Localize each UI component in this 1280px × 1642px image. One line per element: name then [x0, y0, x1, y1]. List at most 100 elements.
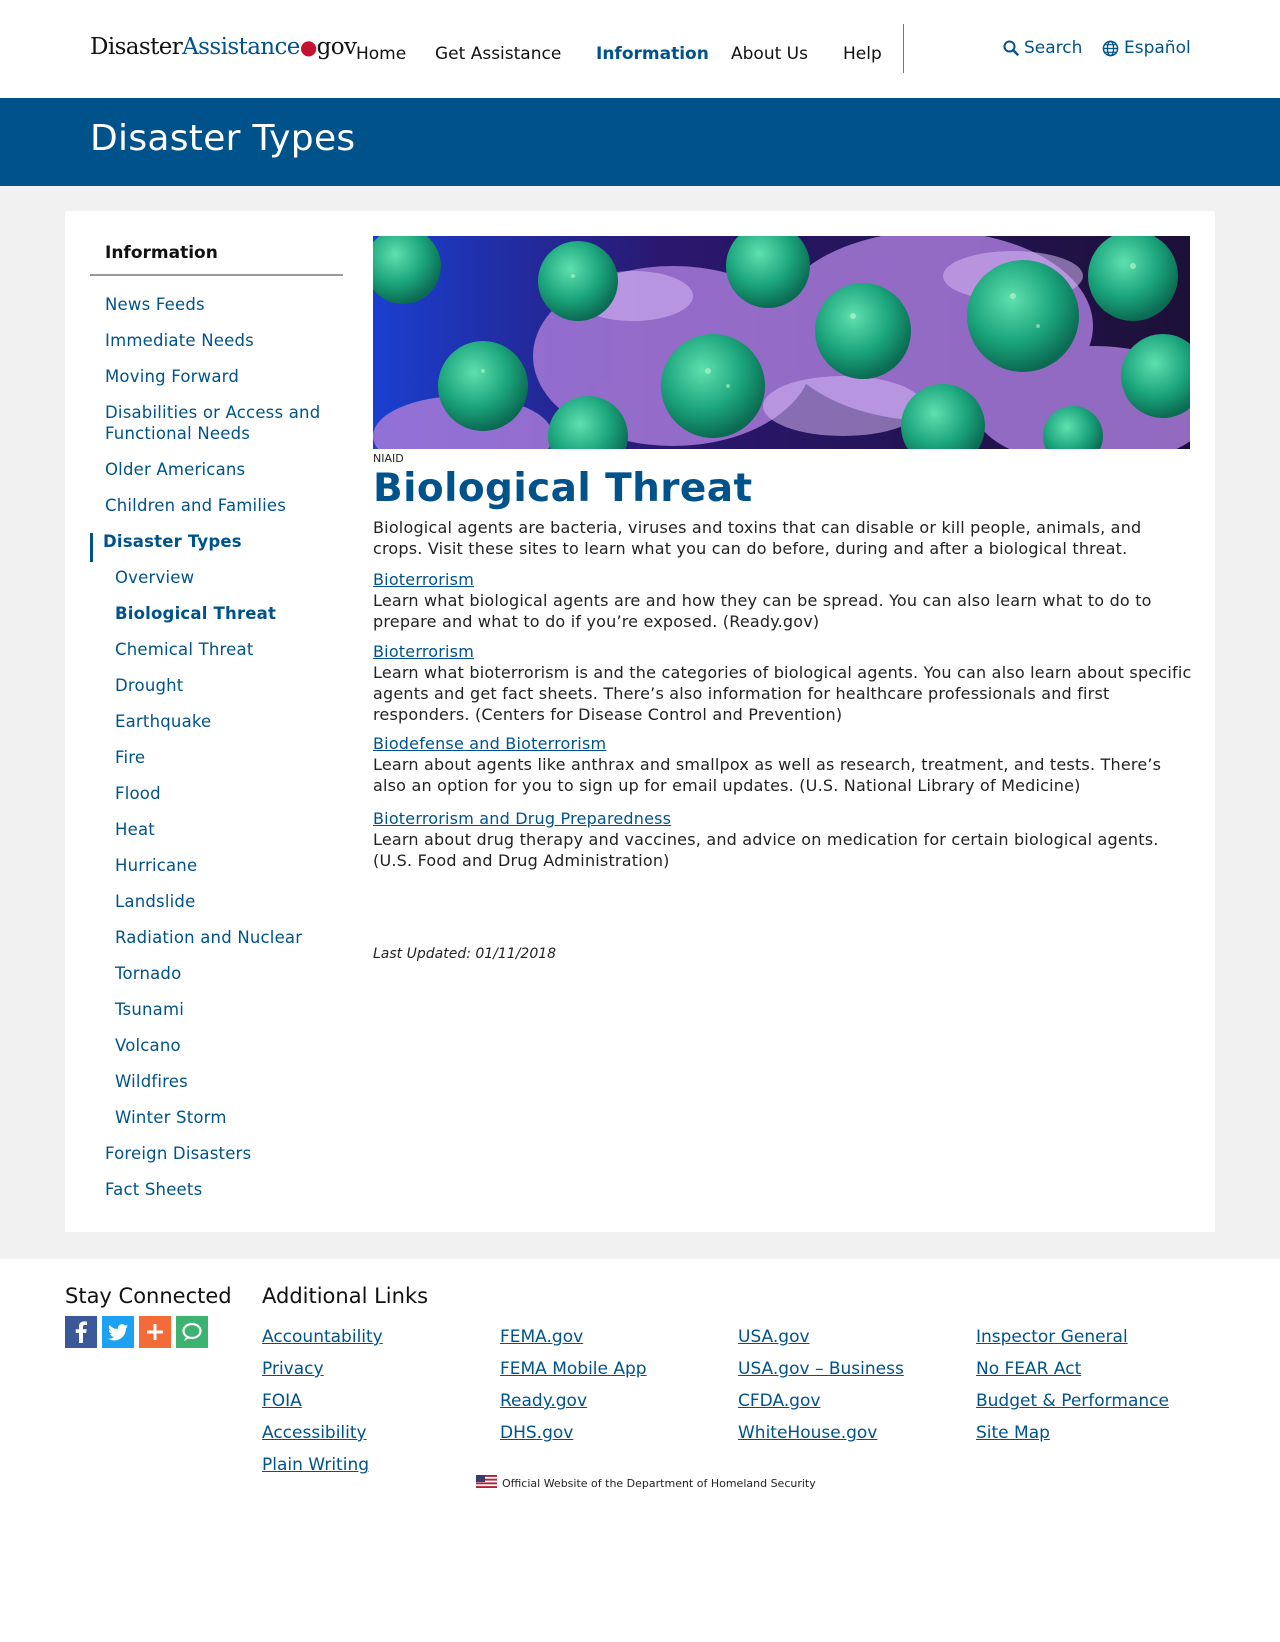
sidebar-item-heat[interactable]: Heat — [115, 819, 345, 840]
main-area: Information News Feeds Immediate Needs M… — [0, 186, 1280, 1259]
footer-links-col-4: Inspector General No FEAR Act Budget & P… — [976, 1321, 1169, 1449]
sidebar-item-fact-sheets[interactable]: Fact Sheets — [105, 1179, 345, 1200]
footer-link-whitehouse[interactable]: WhiteHouse.gov — [738, 1417, 904, 1449]
logo-text-assistance: Assistance — [182, 34, 300, 60]
resource-item: Bioterrorism Learn what biological agent… — [373, 569, 1193, 632]
hero-image — [373, 236, 1190, 449]
nav-about-us[interactable]: About Us — [731, 44, 843, 64]
stay-connected-heading: Stay Connected — [65, 1284, 232, 1308]
share-plus-icon[interactable] — [139, 1316, 171, 1348]
sidebar-item-news-feeds[interactable]: News Feeds — [105, 294, 345, 315]
nav-help[interactable]: Help — [843, 44, 882, 64]
facebook-icon[interactable] — [65, 1316, 97, 1348]
social-links — [65, 1316, 208, 1348]
footer-link-inspector-general[interactable]: Inspector General — [976, 1321, 1169, 1353]
search-link[interactable]: Search — [1003, 38, 1082, 58]
footer-link-no-fear-act[interactable]: No FEAR Act — [976, 1353, 1169, 1385]
resource-desc: Learn about agents like anthrax and smal… — [373, 755, 1162, 795]
language-link[interactable]: Español — [1102, 38, 1191, 58]
sidebar-item-disaster-types[interactable]: Disaster Types — [103, 531, 242, 552]
main-nav: Home Get Assistance Information About Us… — [356, 44, 882, 64]
resource-item: Biodefense and Bioterrorism Learn about … — [373, 733, 1193, 796]
resource-link-biodefense[interactable]: Biodefense and Bioterrorism — [373, 733, 1193, 754]
resource-item: Bioterrorism and Drug Preparedness Learn… — [373, 808, 1193, 871]
site-header: DisasterAssistance●gov Home Get Assistan… — [0, 0, 1280, 98]
sidebar-item-earthquake[interactable]: Earthquake — [115, 711, 345, 732]
logo-text-disaster: Disaster — [90, 34, 183, 60]
site-footer: Stay Connected Additional Links Accounta… — [0, 1259, 1280, 1642]
sidebar-item-tsunami[interactable]: Tsunami — [115, 999, 345, 1020]
sidebar-item-tornado[interactable]: Tornado — [115, 963, 345, 984]
resource-desc: Learn what bioterrorism is and the categ… — [373, 663, 1192, 724]
us-flag-icon — [476, 1475, 497, 1491]
sidebar-item-radiation-nuclear[interactable]: Radiation and Nuclear — [115, 927, 345, 948]
banner-title: Disaster Types — [90, 118, 356, 159]
footer-link-dhs[interactable]: DHS.gov — [500, 1417, 647, 1449]
footer-link-accessibility[interactable]: Accessibility — [262, 1417, 383, 1449]
sidebar-item-wildfires[interactable]: Wildfires — [115, 1071, 345, 1092]
content-card: Information News Feeds Immediate Needs M… — [65, 211, 1215, 1232]
footer-link-usa-gov-business[interactable]: USA.gov – Business — [738, 1353, 904, 1385]
sidebar-item-flood[interactable]: Flood — [115, 783, 345, 804]
globe-icon — [1102, 40, 1119, 57]
sidebar-item-older-americans[interactable]: Older Americans — [105, 459, 345, 480]
footer-link-privacy[interactable]: Privacy — [262, 1353, 383, 1385]
sidebar-item-drought[interactable]: Drought — [115, 675, 345, 696]
logo-text-gov: gov — [316, 34, 357, 60]
resource-link-bioterrorism-ready[interactable]: Bioterrorism — [373, 569, 1193, 590]
search-label: Search — [1024, 38, 1083, 58]
resource-link-drug-preparedness[interactable]: Bioterrorism and Drug Preparedness — [373, 808, 1193, 829]
official-website-notice: Official Website of the Department of Ho… — [476, 1475, 816, 1491]
nav-home[interactable]: Home — [356, 44, 435, 64]
footer-links-col-2: FEMA.gov FEMA Mobile App Ready.gov DHS.g… — [500, 1321, 647, 1449]
footer-links-col-1: Accountability Privacy FOIA Accessibilit… — [262, 1321, 383, 1481]
sidebar-item-fire[interactable]: Fire — [115, 747, 345, 768]
sidebar-item-children-families[interactable]: Children and Families — [105, 495, 345, 516]
sidebar-item-winter-storm[interactable]: Winter Storm — [115, 1107, 345, 1128]
sidebar-item-disabilities[interactable]: Disabilities or Access and Functional Ne… — [105, 402, 345, 444]
footer-link-plain-writing[interactable]: Plain Writing — [262, 1449, 383, 1481]
resource-link-bioterrorism-cdc[interactable]: Bioterrorism — [373, 641, 1193, 662]
site-logo[interactable]: DisasterAssistance●gov — [90, 34, 357, 60]
resource-item: Bioterrorism Learn what bioterrorism is … — [373, 641, 1193, 725]
sidebar-item-hurricane[interactable]: Hurricane — [115, 855, 345, 876]
twitter-icon[interactable] — [102, 1316, 134, 1348]
footer-link-fema[interactable]: FEMA.gov — [500, 1321, 647, 1353]
footer-link-accountability[interactable]: Accountability — [262, 1321, 383, 1353]
footer-link-cfda[interactable]: CFDA.gov — [738, 1385, 904, 1417]
page-title: Biological Threat — [373, 466, 753, 511]
sidebar-item-volcano[interactable]: Volcano — [115, 1035, 345, 1056]
footer-link-fema-mobile-app[interactable]: FEMA Mobile App — [500, 1353, 647, 1385]
sidebar-title: Information — [105, 243, 218, 263]
additional-links-heading: Additional Links — [262, 1284, 429, 1308]
footer-links-col-3: USA.gov USA.gov – Business CFDA.gov Whit… — [738, 1321, 904, 1449]
intro-text: Biological agents are bacteria, viruses … — [373, 518, 1142, 558]
sidebar-item-landslide[interactable]: Landslide — [115, 891, 345, 912]
sidebar-item-immediate-needs[interactable]: Immediate Needs — [105, 330, 345, 351]
official-text: Official Website of the Department of Ho… — [502, 1476, 816, 1490]
sidebar-item-biological-threat[interactable]: Biological Threat — [115, 603, 345, 624]
search-icon — [1003, 40, 1019, 56]
nav-information[interactable]: Information — [596, 44, 731, 64]
chat-icon[interactable] — [176, 1316, 208, 1348]
sidebar-item-foreign-disasters[interactable]: Foreign Disasters — [105, 1143, 345, 1164]
nav-divider — [903, 24, 904, 73]
resource-desc: Learn what biological agents are and how… — [373, 591, 1152, 631]
language-label: Español — [1124, 38, 1191, 58]
footer-link-usa-gov[interactable]: USA.gov — [738, 1321, 904, 1353]
sidebar-item-moving-forward[interactable]: Moving Forward — [105, 366, 345, 387]
sidebar-item-overview[interactable]: Overview — [115, 567, 345, 588]
sidebar-active-marker — [90, 533, 93, 562]
sidebar-item-chemical-threat[interactable]: Chemical Threat — [115, 639, 345, 660]
logo-dot: ● — [299, 35, 317, 59]
footer-link-budget-performance[interactable]: Budget & Performance — [976, 1385, 1169, 1417]
image-credit: NIAID — [373, 452, 404, 465]
page-banner: Disaster Types — [0, 98, 1280, 186]
footer-link-ready[interactable]: Ready.gov — [500, 1385, 647, 1417]
sidebar-divider — [90, 274, 343, 276]
nav-get-assistance[interactable]: Get Assistance — [435, 44, 596, 64]
footer-link-foia[interactable]: FOIA — [262, 1385, 383, 1417]
resource-desc: Learn about drug therapy and vaccines, a… — [373, 830, 1159, 870]
last-updated: Last Updated: 01/11/2018 — [373, 946, 557, 962]
footer-link-site-map[interactable]: Site Map — [976, 1417, 1169, 1449]
